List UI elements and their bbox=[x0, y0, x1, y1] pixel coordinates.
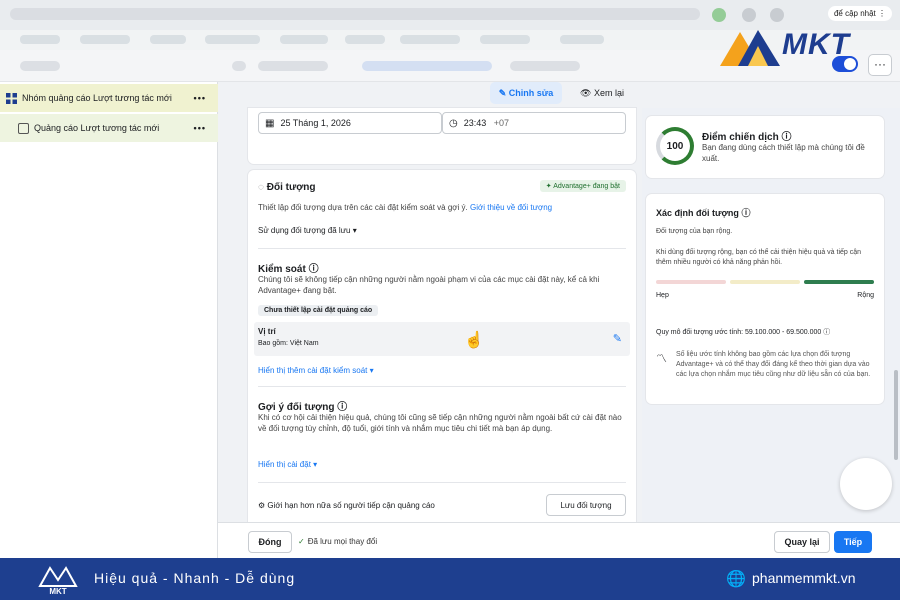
show-settings-link[interactable]: Hiển thị cài đặt ▾ bbox=[258, 460, 317, 469]
clock-icon: ◷ bbox=[449, 117, 458, 129]
definition-subtitle: Đối tượng của bạn rộng. bbox=[656, 228, 733, 235]
chat-bubble-button[interactable] bbox=[840, 458, 892, 510]
sidebar: Nhóm quảng cáo Lượt tương tác mới ••• Qu… bbox=[0, 82, 218, 558]
edit-location-icon[interactable]: ✎ bbox=[613, 332, 622, 345]
advantage-badge: ✦ Advantage+ đang bật bbox=[539, 180, 626, 192]
banner-tagline: Hiệu quả - Nhanh - Dễ dùng bbox=[94, 570, 296, 586]
control-chip: Chưa thiết lập cài đặt quảng cáo bbox=[258, 304, 379, 316]
score-desc: Bạn đang dùng cách thiết lập mà chúng tô… bbox=[702, 143, 865, 163]
browser-tabstrip bbox=[10, 8, 700, 20]
schedule-card: ▦ 25 Tháng 1, 2026 ◷ 23:43 +07 bbox=[248, 108, 636, 164]
view-toggle[interactable] bbox=[832, 56, 858, 72]
meter-narrow-label: Hẹp bbox=[656, 292, 669, 299]
browser-update-button[interactable]: để cập nhật ⋮ bbox=[827, 6, 892, 21]
banner-website[interactable]: phanmemmkt.vn bbox=[752, 570, 855, 586]
control-desc: Chúng tôi sẽ không tiếp cận những người … bbox=[258, 275, 600, 295]
location-value: Bao gồm: Việt Nam bbox=[258, 340, 319, 347]
divider bbox=[258, 248, 626, 249]
extension-icon[interactable] bbox=[712, 8, 726, 22]
audience-definition-card: Xác định đối tượng ⓘ Đối tượng của bạn r… bbox=[646, 194, 884, 404]
action-bar: ✎ Chỉnh sửa 👁 Xem lại bbox=[218, 82, 900, 108]
trend-icon: 〽 bbox=[656, 353, 667, 365]
audience-title: ◌ Đối tượng bbox=[258, 182, 316, 193]
limit-reach-option[interactable]: ⚙ Giới hạn hơn nữa số người tiếp cận quả… bbox=[258, 501, 435, 510]
meter-broad-label: Rộng bbox=[857, 292, 874, 299]
calendar-icon: ▦ bbox=[265, 117, 275, 129]
edit-tab[interactable]: ✎ Chỉnh sửa bbox=[490, 82, 562, 104]
sidebar-item-ad[interactable]: Quảng cáo Lượt tương tác mới ••• bbox=[0, 114, 218, 142]
more-controls-link[interactable]: Hiển thị thêm cài đặt kiểm soát ▾ bbox=[258, 366, 374, 375]
close-button[interactable]: Đóng bbox=[248, 531, 292, 553]
extension-icon[interactable] bbox=[770, 8, 784, 22]
saved-audience-dropdown[interactable]: Sử dụng đối tượng đã lưu ▾ bbox=[258, 226, 357, 235]
mkt-mountain-icon bbox=[720, 30, 780, 66]
ad-icon bbox=[18, 122, 29, 134]
estimate-note: Số liệu ước tính không bao gồm các lựa c… bbox=[676, 351, 871, 378]
divider bbox=[258, 482, 626, 483]
location-setting[interactable]: Vị trí Bao gồm: Việt Nam ✎ ☝ bbox=[254, 322, 630, 356]
definition-title: Xác định đối tượng ⓘ bbox=[656, 208, 751, 218]
back-button[interactable]: Quay lại bbox=[774, 531, 830, 553]
info-icon[interactable]: ⓘ bbox=[823, 329, 830, 336]
check-icon: ✓ bbox=[298, 537, 305, 546]
saved-status: ✓ Đã lưu mọi thay đổi bbox=[298, 537, 378, 546]
audience-size: Quy mô đối tượng ước tính: 59.100.000 - … bbox=[656, 329, 831, 336]
hand-cursor-icon: ☝ bbox=[464, 332, 484, 349]
grid-icon bbox=[6, 92, 17, 104]
save-audience-button[interactable]: Lưu đối tượng bbox=[546, 494, 626, 516]
pencil-icon: ✎ bbox=[498, 87, 509, 98]
start-date-field[interactable]: ▦ 25 Tháng 1, 2026 bbox=[258, 112, 442, 134]
globe-icon: 🌐 bbox=[726, 571, 746, 588]
more-options-button[interactable]: ··· bbox=[868, 54, 892, 76]
meter-segment-mid bbox=[730, 280, 800, 284]
banner-logo-text: MKT bbox=[49, 587, 66, 596]
divider bbox=[258, 386, 626, 387]
sidebar-item-label: Quảng cáo Lượt tương tác mới bbox=[34, 123, 160, 133]
check-circle-icon: ◌ bbox=[258, 182, 264, 193]
audience-intro: Thiết lập đối tượng dựa trên các cài đặt… bbox=[258, 203, 553, 212]
score-title: Điểm chiến dịch ⓘ bbox=[702, 132, 792, 143]
audience-breadth-meter bbox=[656, 280, 874, 284]
mkt-banner-logo-icon: MKT bbox=[38, 566, 78, 596]
sidebar-item-label: Nhóm quảng cáo Lượt tương tác mới bbox=[22, 93, 172, 103]
definition-desc: Khi dùng đối tượng rộng, bạn có thể cải … bbox=[656, 249, 862, 266]
eye-icon: 👁 bbox=[580, 87, 594, 98]
sidebar-item-ad-set[interactable]: Nhóm quảng cáo Lượt tương tác mới ••• bbox=[0, 84, 218, 112]
item-menu-icon[interactable]: ••• bbox=[194, 123, 206, 133]
info-icon[interactable]: ⓘ bbox=[741, 208, 750, 218]
control-title: Kiểm soát ⓘ bbox=[258, 264, 319, 275]
mkt-logo: MKT bbox=[718, 26, 888, 68]
next-button[interactable]: Tiếp bbox=[834, 531, 872, 553]
brand-banner: MKT Hiệu quả - Nhanh - Dễ dùng 🌐 phanmem… bbox=[0, 558, 900, 600]
gear-icon: ⚙ bbox=[258, 501, 266, 510]
score-ring: 100 bbox=[656, 127, 694, 165]
item-menu-icon[interactable]: ••• bbox=[194, 93, 206, 103]
audience-card: ◌ Đối tượng ✦ Advantage+ đang bật Thiết … bbox=[248, 170, 636, 522]
suggest-desc: Khi có cơ hội cải thiện hiệu quả, chúng … bbox=[258, 413, 622, 433]
start-time-field[interactable]: ◷ 23:43 +07 bbox=[442, 112, 626, 134]
meter-segment-broad bbox=[804, 280, 874, 284]
campaign-score-card: 100 Điểm chiến dịch ⓘ Bạn đang dùng cách… bbox=[646, 116, 884, 178]
location-label: Vị trí bbox=[258, 327, 276, 336]
suggest-title: Gợi ý đối tượng ⓘ bbox=[258, 402, 348, 413]
footer-bar: Đóng ✓ Đã lưu mọi thay đổi Quay lại Tiếp bbox=[218, 522, 900, 558]
review-tab[interactable]: 👁 Xem lại bbox=[572, 82, 632, 104]
scrollbar[interactable] bbox=[894, 370, 898, 460]
meter-segment-narrow bbox=[656, 280, 726, 284]
extension-icon[interactable] bbox=[742, 8, 756, 22]
audience-intro-link[interactable]: Giới thiệu về đối tượng bbox=[470, 203, 552, 212]
